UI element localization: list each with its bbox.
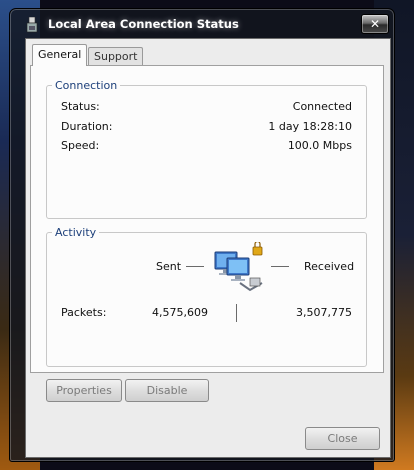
network-adapter-icon — [26, 17, 38, 33]
status-value: Connected — [292, 100, 352, 113]
close-button[interactable]: Close — [305, 427, 380, 450]
window-title: Local Area Connection Status — [48, 17, 239, 31]
packets-label: Packets: — [61, 306, 107, 319]
close-window-button[interactable]: ✕ — [361, 14, 389, 34]
packets-divider — [236, 304, 237, 322]
packets-sent-value: 4,575,609 — [152, 306, 208, 319]
network-computers-icon — [214, 242, 263, 292]
activity-heading: Activity — [52, 226, 100, 239]
sent-label: Sent — [156, 260, 182, 273]
disable-button[interactable]: Disable — [125, 379, 209, 402]
speed-label: Speed: — [61, 139, 100, 152]
tab-general[interactable]: General — [32, 44, 88, 66]
connection-heading: Connection — [52, 79, 121, 92]
activity-group — [46, 232, 367, 367]
packets-received-value: 3,507,775 — [296, 306, 352, 319]
duration-label: Duration: — [61, 120, 113, 133]
sent-line — [186, 266, 204, 267]
speed-value: 100.0 Mbps — [287, 139, 352, 152]
received-label: Received — [304, 260, 355, 273]
status-label: Status: — [61, 100, 100, 113]
received-line — [271, 266, 289, 267]
duration-value: 1 day 18:28:10 — [268, 120, 352, 133]
tab-support[interactable]: Support — [88, 47, 144, 65]
properties-button[interactable]: Properties — [46, 379, 122, 402]
